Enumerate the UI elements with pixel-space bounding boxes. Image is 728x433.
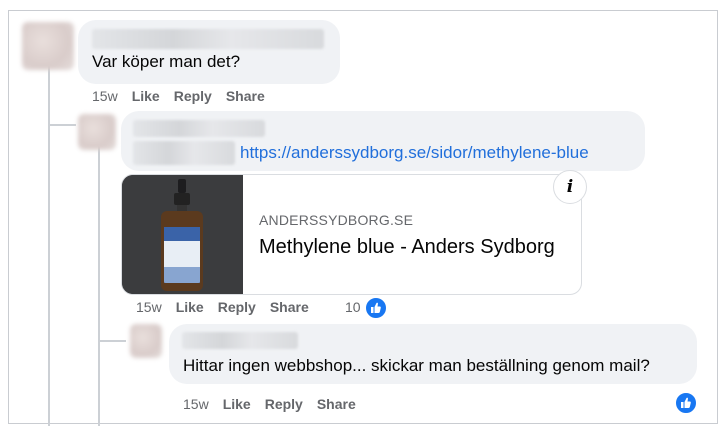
- avatar[interactable]: [78, 114, 116, 150]
- comment-text: Var köper man det?: [92, 52, 241, 71]
- timestamp[interactable]: 15w: [183, 396, 209, 412]
- thread-line: [98, 146, 100, 426]
- comment-actions: 15w Like Reply Share: [136, 299, 323, 315]
- author-name[interactable]: [133, 120, 265, 137]
- comment-text: Hittar ingen webbshop... skickar man bes…: [183, 356, 650, 375]
- share-button[interactable]: Share: [226, 88, 265, 104]
- share-button[interactable]: Share: [317, 396, 356, 412]
- author-name[interactable]: [92, 29, 324, 49]
- like-button[interactable]: Like: [176, 299, 204, 315]
- like-reaction-icon[interactable]: [364, 296, 388, 320]
- product-bottle-icon: [122, 175, 243, 294]
- share-button[interactable]: Share: [270, 299, 309, 315]
- timestamp[interactable]: 15w: [92, 88, 118, 104]
- preview-title[interactable]: Methylene blue - Anders Sydborg: [259, 236, 555, 259]
- comment-actions: 15w Like Reply Share: [183, 396, 370, 412]
- author-name[interactable]: [182, 332, 298, 349]
- thread-line: [48, 66, 50, 426]
- preview-domain: ANDERSSYDBORG.SE: [259, 212, 414, 228]
- like-reaction-icon[interactable]: [674, 391, 698, 415]
- link-preview-card[interactable]: ANDERSSYDBORG.SE Methylene blue - Anders…: [121, 174, 582, 295]
- thread-branch: [98, 340, 126, 342]
- avatar[interactable]: [22, 22, 74, 70]
- reply-button[interactable]: Reply: [218, 299, 256, 315]
- timestamp[interactable]: 15w: [136, 299, 162, 315]
- comment-link[interactable]: https://anderssydborg.se/sidor/methylene…: [240, 143, 589, 163]
- like-button[interactable]: Like: [223, 396, 251, 412]
- reply-button[interactable]: Reply: [174, 88, 212, 104]
- comment-actions: 15w Like Reply Share: [92, 88, 279, 104]
- thread-branch: [48, 124, 76, 126]
- info-icon[interactable]: i: [553, 170, 587, 204]
- reaction-count[interactable]: 10: [345, 299, 361, 315]
- like-button[interactable]: Like: [132, 88, 160, 104]
- preview-image: [122, 175, 243, 294]
- avatar[interactable]: [130, 324, 162, 358]
- reply-button[interactable]: Reply: [265, 396, 303, 412]
- blurred-text: [133, 141, 235, 165]
